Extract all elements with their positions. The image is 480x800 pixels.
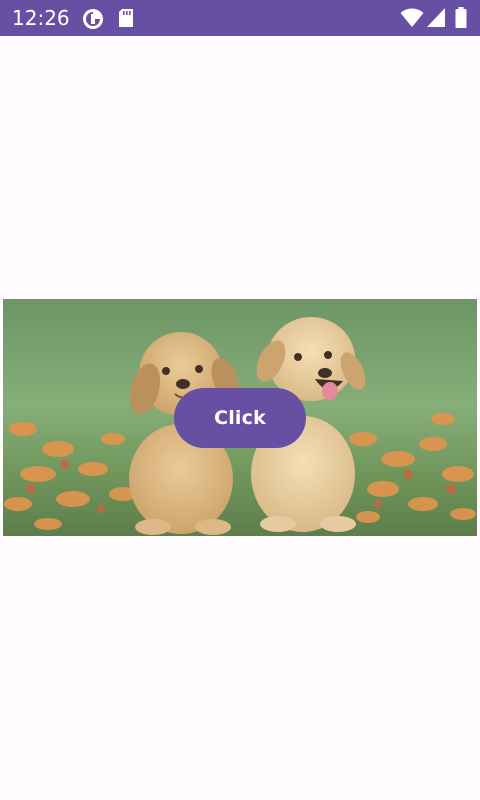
status-bar: 12:26 bbox=[0, 0, 480, 36]
data-saver-icon bbox=[82, 8, 104, 35]
cellular-signal-icon bbox=[426, 7, 446, 34]
battery-icon bbox=[455, 7, 467, 34]
main-content: Click bbox=[0, 36, 480, 800]
click-button[interactable]: Click bbox=[174, 388, 306, 448]
wifi-icon bbox=[400, 7, 424, 34]
status-time: 12:26 bbox=[12, 6, 70, 30]
sd-card-icon bbox=[117, 8, 135, 33]
